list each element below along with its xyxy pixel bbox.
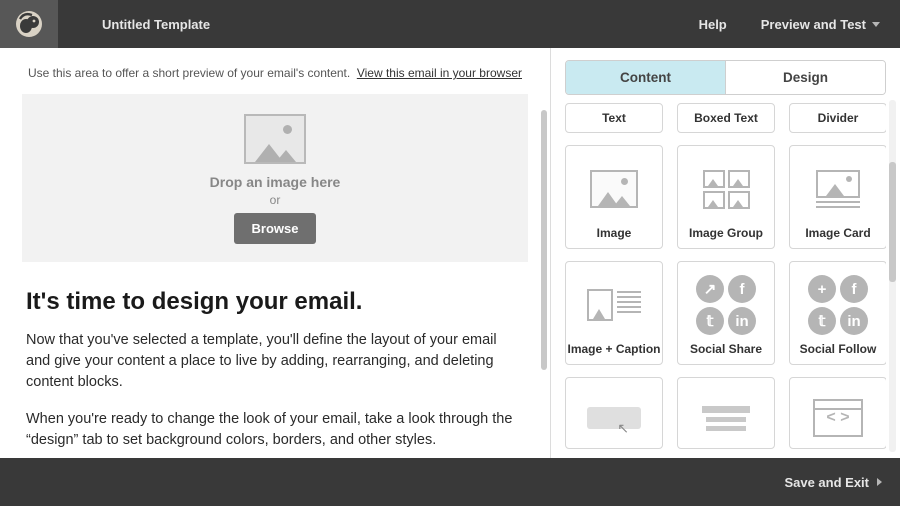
drop-title: Drop an image here <box>210 174 341 190</box>
tab-design[interactable]: Design <box>725 61 885 94</box>
image-icon <box>590 158 638 220</box>
block-button[interactable]: ↖ <box>565 377 663 449</box>
image-drop-zone[interactable]: Drop an image here or Browse <box>22 94 528 262</box>
social-follow-icon: +f𝕥in <box>808 274 868 336</box>
block-social-follow[interactable]: +f𝕥in Social Follow <box>789 261 886 365</box>
save-and-exit-label: Save and Exit <box>784 475 869 490</box>
block-divider[interactable]: Divider <box>789 103 886 133</box>
image-caption-icon <box>587 274 641 336</box>
footer-block-icon <box>702 388 750 448</box>
image-card-icon <box>816 158 860 220</box>
mailchimp-icon <box>14 9 44 39</box>
view-in-browser-link[interactable]: View this email in your browser <box>357 66 522 80</box>
image-group-icon <box>703 158 750 220</box>
blocks-panel: Content Design Text Boxed Text Divider I… <box>550 48 900 458</box>
block-image-card[interactable]: Image Card <box>789 145 886 249</box>
email-paragraph-1[interactable]: Now that you've selected a template, you… <box>26 330 524 393</box>
email-heading[interactable]: It's time to design your email. <box>26 288 524 316</box>
block-image-group[interactable]: Image Group <box>677 145 775 249</box>
help-link[interactable]: Help <box>699 17 727 32</box>
preview-hint-text[interactable]: Use this area to offer a short preview o… <box>28 66 350 80</box>
button-block-icon: ↖ <box>587 388 641 448</box>
panel-scrollbar-thumb[interactable] <box>889 162 896 282</box>
save-and-exit-button[interactable]: Save and Exit <box>784 475 882 490</box>
app-logo[interactable] <box>0 0 58 48</box>
top-bar: Untitled Template Help Preview and Test <box>0 0 900 48</box>
bottom-bar: Save and Exit <box>0 458 900 506</box>
preview-and-test-label: Preview and Test <box>761 17 866 32</box>
block-text[interactable]: Text <box>565 103 663 133</box>
panel-tabs: Content Design <box>565 60 886 95</box>
block-image-caption[interactable]: Image + Caption <box>565 261 663 365</box>
block-code[interactable]: < > <box>789 377 886 449</box>
chevron-down-icon <box>872 22 880 27</box>
tab-content[interactable]: Content <box>566 61 725 94</box>
template-title[interactable]: Untitled Template <box>102 17 210 32</box>
drop-or: or <box>270 193 281 207</box>
block-social-share[interactable]: ↗f𝕥in Social Share <box>677 261 775 365</box>
chevron-right-icon <box>877 478 882 486</box>
block-boxed-text[interactable]: Boxed Text <box>677 103 775 133</box>
preview-and-test-menu[interactable]: Preview and Test <box>761 17 880 32</box>
block-image[interactable]: Image <box>565 145 663 249</box>
block-footer[interactable] <box>677 377 775 449</box>
code-block-icon: < > <box>813 388 863 448</box>
email-canvas[interactable]: Use this area to offer a short preview o… <box>0 48 550 458</box>
browse-button[interactable]: Browse <box>234 213 317 244</box>
image-placeholder-icon <box>244 114 306 164</box>
social-share-icon: ↗f𝕥in <box>696 274 756 336</box>
canvas-scrollbar-thumb[interactable] <box>541 110 547 370</box>
email-paragraph-2[interactable]: When you're ready to change the look of … <box>26 409 524 451</box>
